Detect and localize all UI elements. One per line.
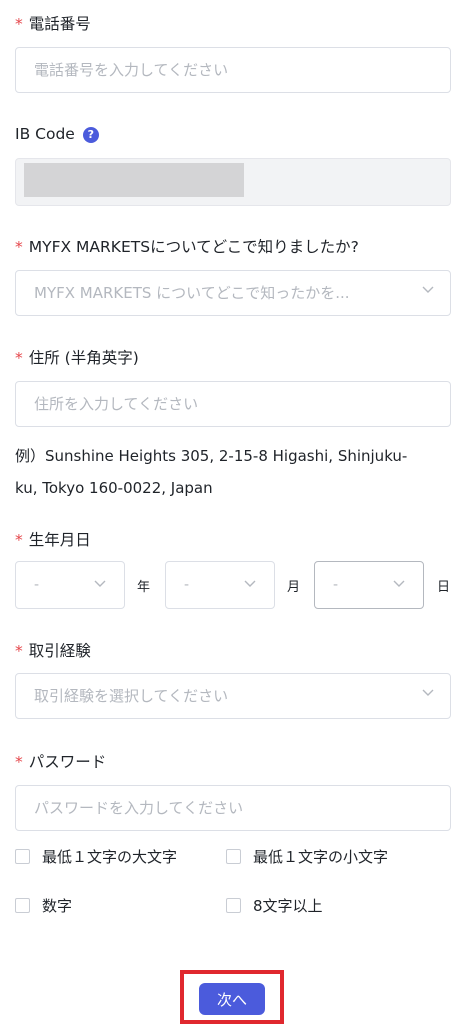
address-input[interactable]: 住所を入力してください xyxy=(15,381,451,427)
ib-code-input xyxy=(15,158,451,206)
checkbox xyxy=(226,849,241,864)
checkbox xyxy=(15,849,30,864)
address-label: * 住所 (半角英字) xyxy=(15,349,139,367)
experience-label: * 取引経験 xyxy=(15,642,91,660)
experience-select[interactable]: 取引経験を選択してください xyxy=(15,673,451,719)
rule-number: 数字 xyxy=(15,895,72,916)
month-unit: 月 xyxy=(287,580,301,595)
next-button[interactable]: 次へ xyxy=(199,983,265,1015)
checkbox xyxy=(226,898,241,913)
question-circle-icon[interactable]: ? xyxy=(82,127,99,143)
rule-length: 8文字以上 xyxy=(226,895,323,916)
checkbox xyxy=(15,898,30,913)
birth-month-select[interactable]: - xyxy=(165,561,275,609)
phone-input[interactable]: 電話番号を入力してください xyxy=(15,47,451,93)
rule-lowercase: 最低１文字の小文字 xyxy=(226,846,388,867)
password-label: * パスワード xyxy=(15,753,107,771)
birthdate-label: * 生年月日 xyxy=(15,531,91,549)
highlight-box: 次へ xyxy=(180,970,284,1024)
birth-year-select[interactable]: - xyxy=(15,561,125,609)
chevron-down-icon xyxy=(244,580,256,590)
chevron-down-icon xyxy=(393,580,405,590)
source-label: * MYFX MARKETSについてどこで知りましたか? xyxy=(15,238,359,256)
redacted-value xyxy=(24,163,244,197)
address-example-hint: 例）Sunshine Heights 305, 2-15-8 Higashi, … xyxy=(15,447,408,497)
rule-uppercase: 最低１文字の大文字 xyxy=(15,846,177,867)
chevron-down-icon xyxy=(422,689,434,699)
chevron-down-icon xyxy=(422,286,434,296)
birth-day-select[interactable]: - xyxy=(314,561,424,609)
chevron-down-icon xyxy=(94,580,106,590)
day-unit: 日 xyxy=(437,580,451,595)
source-select[interactable]: MYFX MARKETS についてどこで知ったかを... xyxy=(15,270,451,316)
password-input[interactable]: パスワードを入力してください xyxy=(15,785,451,831)
phone-label: * 電話番号 xyxy=(15,15,91,33)
year-unit: 年 xyxy=(137,580,151,595)
ib-code-label: IB Code? xyxy=(15,125,99,143)
